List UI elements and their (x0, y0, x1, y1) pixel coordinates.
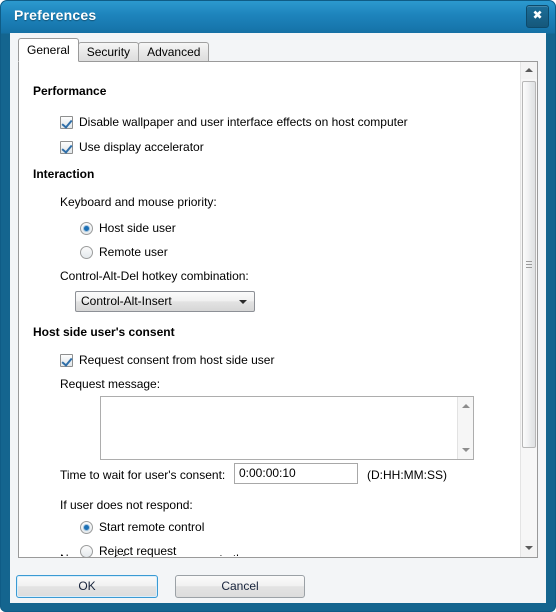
checkbox-disable-wallpaper-box[interactable] (60, 115, 73, 129)
tab-security-label: Security (86, 45, 131, 59)
request-message-scrollbar[interactable] (457, 397, 473, 459)
ok-button[interactable]: OK (16, 575, 158, 598)
request-message-scroll-up-arrow-icon[interactable] (458, 398, 474, 414)
request-message-textarea[interactable] (100, 396, 474, 460)
time-to-wait-input[interactable]: 0:00:00:10 (234, 463, 358, 484)
hotkey-combination-value: Control-Alt-Insert (81, 294, 172, 308)
label-cutoff-row: No request for screen access to the (60, 552, 249, 556)
radio-host-side-user-label: Host side user (99, 221, 176, 235)
ok-button-label: OK (78, 579, 96, 593)
close-icon: ✖ (532, 8, 543, 22)
label-if-user-does-not-respond: If user does not respond: (60, 498, 193, 512)
scroll-up-arrow-icon[interactable] (521, 62, 537, 79)
scroll-thumb[interactable] (522, 81, 536, 448)
scroll-down-arrow-icon[interactable] (521, 540, 537, 557)
settings-vertical-scrollbar[interactable] (520, 62, 537, 557)
radio-remote-user-button[interactable] (80, 245, 93, 259)
close-button[interactable]: ✖ (526, 5, 549, 28)
radio-start-remote-control-label: Start remote control (99, 520, 205, 534)
time-to-wait-value: 0:00:00:10 (239, 466, 296, 480)
cancel-button[interactable]: Cancel (175, 575, 305, 598)
checkbox-disable-wallpaper-label: Disable wallpaper and user interface eff… (79, 115, 408, 129)
radio-remote-user[interactable]: Remote user (80, 245, 168, 259)
scroll-thumb-grip-icon (526, 260, 532, 269)
checkbox-use-display-accelerator[interactable]: Use display accelerator (60, 140, 204, 154)
tab-security[interactable]: Security (77, 42, 140, 62)
window-title: Preferences (14, 7, 97, 23)
cancel-button-label: Cancel (221, 579, 259, 593)
label-time-to-wait: Time to wait for user's consent: (60, 468, 226, 482)
group-header-performance: Performance (33, 84, 107, 98)
group-header-host-consent: Host side user's consent (33, 325, 175, 339)
tab-strip: General Security Advanced (10, 33, 546, 62)
tab-advanced[interactable]: Advanced (138, 42, 210, 62)
label-request-message: Request message: (60, 377, 161, 391)
label-hotkey-combination: Control-Alt-Del hotkey combination: (60, 269, 249, 283)
label-time-format: (D:HH:MM:SS) (367, 468, 447, 482)
checkbox-request-consent-box[interactable] (60, 353, 73, 367)
title-bar: Preferences ✖ (0, 0, 556, 33)
label-keyboard-mouse-priority: Keyboard and mouse priority: (60, 195, 217, 209)
radio-start-remote-control[interactable]: Start remote control (80, 520, 204, 534)
checkbox-request-consent[interactable]: Request consent from host side user (60, 353, 274, 367)
checkbox-disable-wallpaper[interactable]: Disable wallpaper and user interface eff… (60, 115, 408, 129)
settings-scroll-viewport: Performance Disable wallpaper and user i… (19, 62, 520, 557)
radio-host-side-user-button[interactable] (80, 221, 93, 235)
tab-general-label: General (27, 43, 70, 57)
radio-remote-user-label: Remote user (99, 245, 168, 259)
checkbox-use-display-accelerator-label: Use display accelerator (79, 140, 204, 154)
tab-panel-general: Performance Disable wallpaper and user i… (18, 61, 538, 558)
radio-host-side-user[interactable]: Host side user (80, 221, 176, 235)
dialog-client-area: General Security Advanced Performance Di… (10, 33, 546, 569)
request-message-scroll-down-arrow-icon[interactable] (458, 442, 474, 458)
checkbox-request-consent-label: Request consent from host side user (79, 353, 275, 367)
group-header-interaction: Interaction (33, 167, 95, 181)
hotkey-combination-dropdown[interactable]: Control-Alt-Insert (75, 291, 255, 312)
tab-general[interactable]: General (18, 38, 79, 62)
radio-start-remote-control-button[interactable] (80, 520, 93, 534)
tab-advanced-label: Advanced (147, 45, 201, 59)
preferences-dialog-window: Preferences ✖ General Security Advanced (0, 0, 556, 612)
checkbox-use-display-accelerator-box[interactable] (60, 140, 73, 154)
dialog-button-bar: OK Cancel (10, 569, 546, 603)
chevron-down-icon (239, 300, 247, 304)
